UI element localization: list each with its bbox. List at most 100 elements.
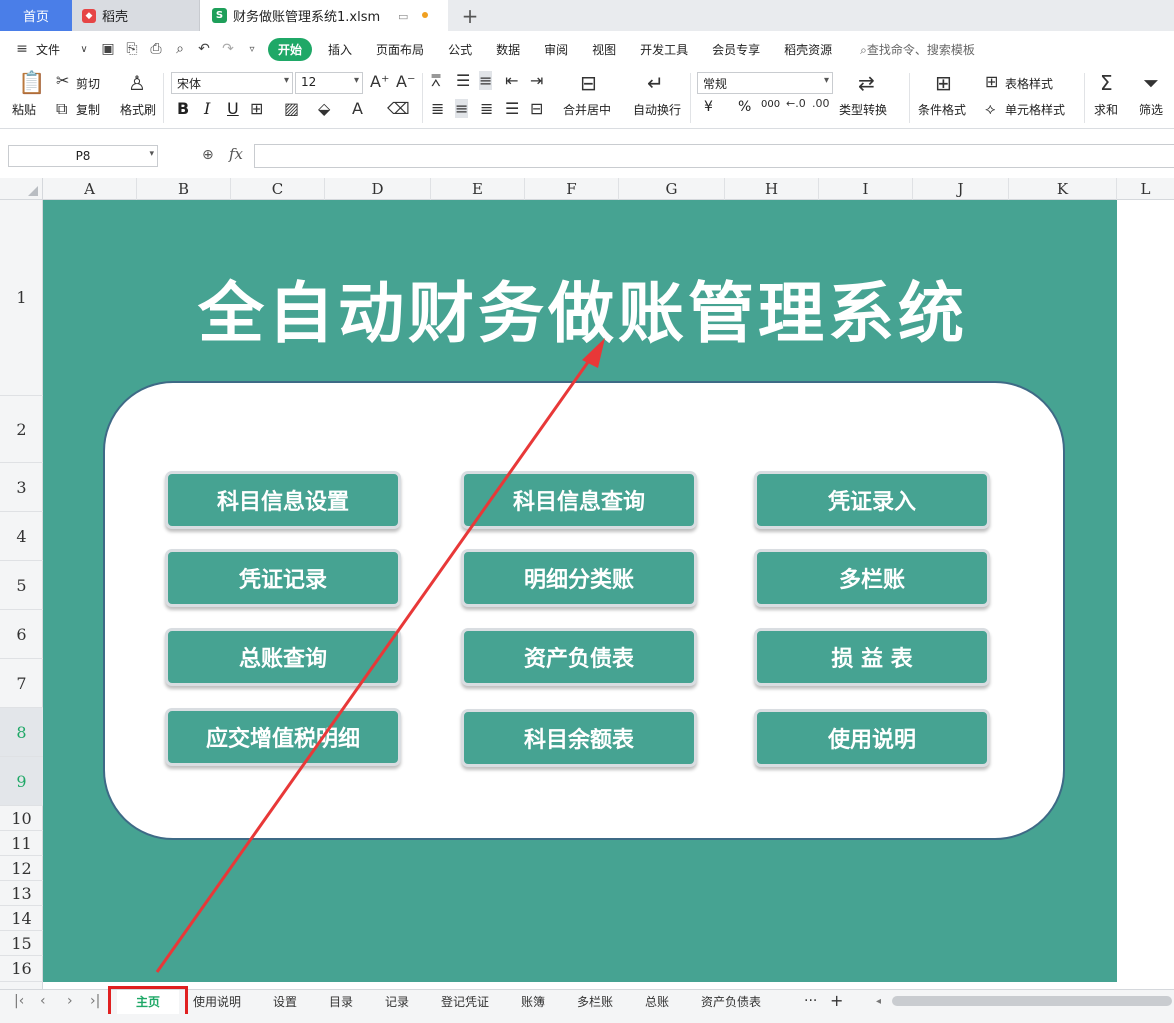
btn-account-settings[interactable]: 科目信息设置	[165, 471, 401, 529]
save-icon[interactable]: ▣	[96, 41, 120, 57]
row-header-9[interactable]: 9	[0, 757, 43, 806]
row-header-14[interactable]: 14	[0, 906, 43, 931]
btn-detail-ledger[interactable]: 明细分类账	[461, 549, 697, 607]
column-header-j[interactable]: J	[913, 178, 1009, 200]
sheet-tab-settings[interactable]: 设置	[273, 993, 297, 1010]
btn-voucher-entry[interactable]: 凭证录入	[754, 471, 990, 529]
column-header-e[interactable]: E	[431, 178, 525, 200]
distributed-icon[interactable]: ⊟	[530, 99, 543, 118]
filter-icon[interactable]: ⏷	[1143, 71, 1159, 95]
undo-icon[interactable]: ↶	[192, 41, 216, 57]
paste-icon[interactable]: 📋	[18, 71, 45, 96]
tab-daoke[interactable]: ◆ 稻壳	[72, 0, 200, 31]
menu-view[interactable]: 视图	[580, 41, 628, 58]
menu-formulas[interactable]: 公式	[436, 41, 484, 58]
btn-account-balance[interactable]: 科目余额表	[461, 709, 697, 767]
currency-button[interactable]: ¥	[704, 99, 713, 115]
copy-button[interactable]: 复制	[76, 101, 100, 118]
format-painter-icon[interactable]: ♙	[128, 71, 146, 95]
fill-color-icon[interactable]: ⬙	[318, 99, 330, 118]
zoom-icon[interactable]: ⊕	[202, 147, 214, 163]
new-tab-button[interactable]: +	[448, 0, 492, 31]
column-header-d[interactable]: D	[325, 178, 431, 200]
horizontal-scrollbar[interactable]	[892, 996, 1172, 1006]
sheet-tab-balance-sheet[interactable]: 资产负债表	[701, 993, 761, 1010]
insert-function-icon[interactable]: fx	[229, 145, 243, 163]
monitor-icon[interactable]: ▭	[398, 10, 408, 23]
sheet-tab-general-ledger[interactable]: 总账	[645, 993, 669, 1010]
column-header-k[interactable]: K	[1009, 178, 1117, 200]
more-sheets-button[interactable]: ···	[804, 993, 817, 1009]
add-sheet-button[interactable]: +	[830, 991, 843, 1010]
sheet-tab-instructions[interactable]: 使用说明	[193, 993, 241, 1010]
sum-button[interactable]: 求和	[1094, 101, 1118, 118]
menu-member[interactable]: 会员专享	[700, 41, 772, 58]
align-bottom-icon[interactable]: ≡	[479, 71, 493, 90]
clear-format-icon[interactable]: ⌫	[387, 99, 410, 118]
justify-icon[interactable]: ☰	[505, 99, 519, 118]
cell-style-icon[interactable]: ⟡	[985, 99, 996, 119]
sheet-tab-ledger[interactable]: 账簿	[521, 993, 545, 1010]
row-header-16[interactable]: 16	[0, 956, 43, 982]
bold-button[interactable]: B	[177, 99, 189, 118]
tab-home[interactable]: 首页	[0, 0, 72, 31]
column-header-l[interactable]: L	[1117, 178, 1174, 200]
row-header-1[interactable]: 1	[0, 200, 43, 396]
decrease-font-icon[interactable]: A⁻	[396, 72, 415, 91]
column-header-i[interactable]: I	[819, 178, 913, 200]
sheet-tab-multi-column[interactable]: 多栏账	[577, 993, 613, 1010]
chevron-down-icon[interactable]: ∨	[72, 44, 96, 55]
border-icon[interactable]: ⊞	[250, 99, 263, 118]
select-all-corner[interactable]	[0, 178, 43, 200]
btn-vat-details[interactable]: 应交增值税明细	[165, 708, 401, 766]
italic-button[interactable]: I	[204, 99, 210, 118]
font-size-select[interactable]: 12	[295, 72, 363, 94]
menu-file[interactable]: 文件	[34, 41, 72, 58]
quick-access-dropdown-icon[interactable]: ▿	[240, 44, 264, 55]
menu-daoke-resources[interactable]: 稻壳资源	[772, 41, 844, 58]
scroll-left-icon[interactable]: ◂	[876, 996, 881, 1007]
table-style-button[interactable]: 表格样式	[1005, 75, 1053, 92]
underline-button[interactable]: U	[227, 99, 239, 118]
row-header-4[interactable]: 4	[0, 512, 43, 561]
cut-button[interactable]: 剪切	[76, 75, 100, 92]
increase-font-icon[interactable]: A⁺	[370, 72, 389, 91]
tab-file[interactable]: S 财务做账管理系统1.xlsm ▭	[200, 0, 448, 31]
copy-icon[interactable]: ⧉	[56, 99, 67, 119]
conditional-format-button[interactable]: 条件格式	[918, 101, 966, 118]
next-sheet-icon[interactable]: ›	[67, 993, 73, 1009]
formula-input[interactable]	[254, 144, 1174, 168]
export-icon[interactable]: ⎘	[120, 41, 144, 57]
row-header-7[interactable]: 7	[0, 659, 43, 708]
row-header-5[interactable]: 5	[0, 561, 43, 610]
font-name-select[interactable]: 宋体	[171, 72, 293, 94]
type-convert-button[interactable]: 类型转换	[839, 101, 887, 118]
column-header-h[interactable]: H	[725, 178, 819, 200]
column-header-b[interactable]: B	[137, 178, 231, 200]
increase-decimal-icon[interactable]: ←.0	[786, 97, 806, 110]
column-header-c[interactable]: C	[231, 178, 325, 200]
sheet-tab-register-voucher[interactable]: 登记凭证	[441, 993, 489, 1010]
row-header-2[interactable]: 2	[0, 396, 43, 463]
menu-review[interactable]: 审阅	[532, 41, 580, 58]
decrease-decimal-icon[interactable]: .00	[812, 97, 830, 110]
command-search[interactable]: ⌕查找命令、搜索模板	[860, 41, 975, 58]
prev-sheet-icon[interactable]: ‹	[40, 993, 46, 1009]
row-header-12[interactable]: 12	[0, 856, 43, 881]
row-header-3[interactable]: 3	[0, 463, 43, 512]
align-left-icon[interactable]: ≣	[431, 99, 444, 118]
column-header-g[interactable]: G	[619, 178, 725, 200]
align-center-icon[interactable]: ≡	[455, 99, 469, 118]
empty-cells-area[interactable]	[1117, 200, 1174, 982]
row-header-15[interactable]: 15	[0, 931, 43, 956]
thousands-button[interactable]: 000	[761, 99, 780, 110]
print-icon[interactable]: ⎙	[144, 41, 168, 57]
filter-button[interactable]: 筛选	[1139, 101, 1163, 118]
btn-general-ledger[interactable]: 总账查询	[165, 628, 401, 686]
first-sheet-icon[interactable]: |‹	[14, 993, 24, 1009]
btn-voucher-records[interactable]: 凭证记录	[165, 549, 401, 607]
last-sheet-icon[interactable]: ›|	[90, 993, 100, 1009]
increase-indent-icon[interactable]: ⇥	[530, 71, 543, 90]
menu-data[interactable]: 数据	[484, 41, 532, 58]
fill-pattern-icon[interactable]: ▨	[284, 99, 299, 118]
